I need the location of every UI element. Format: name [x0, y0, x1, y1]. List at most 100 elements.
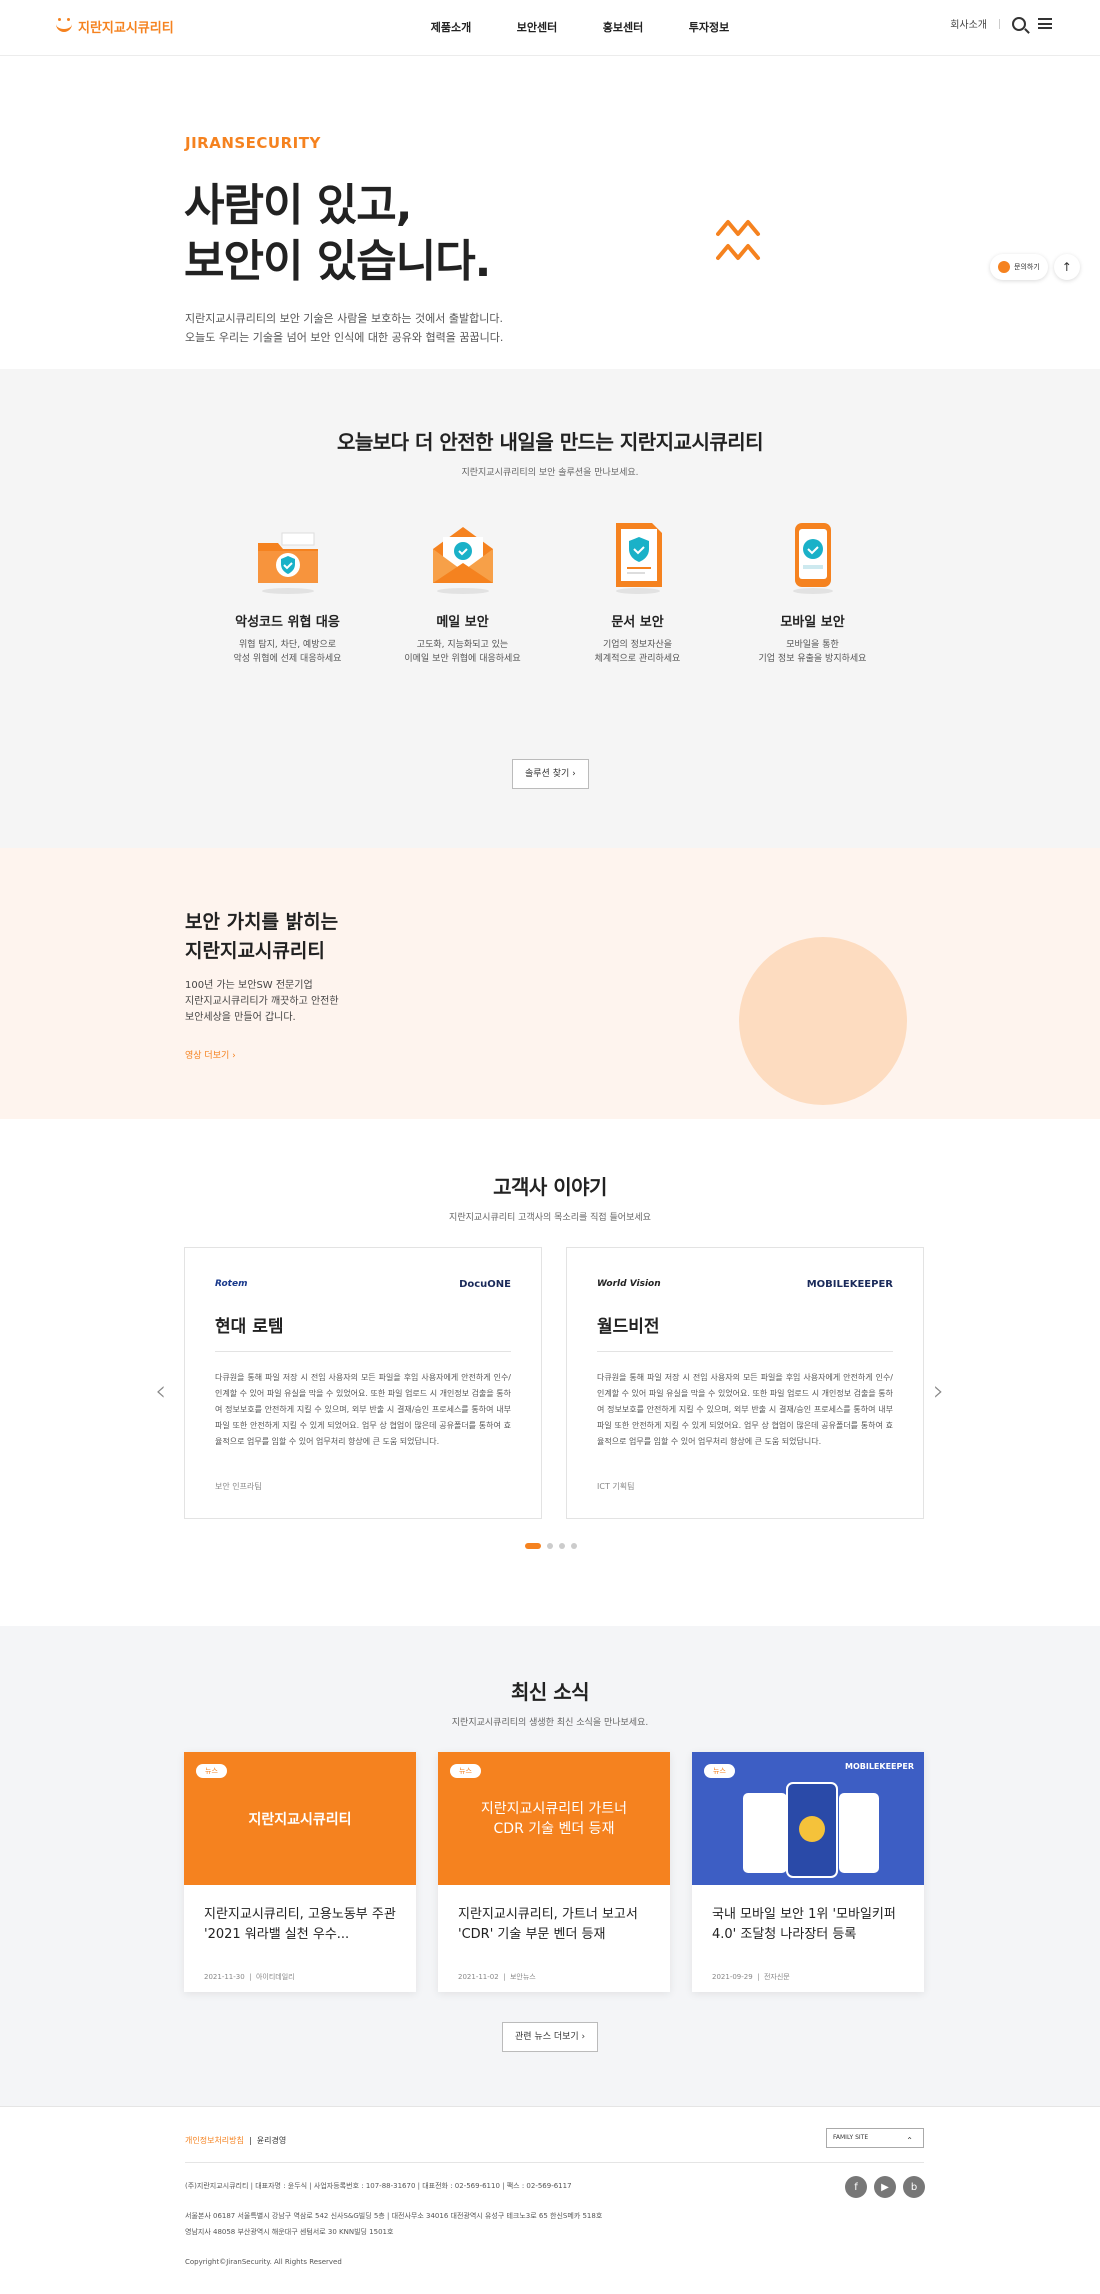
logo-text: 지란지교시큐리티	[78, 21, 174, 36]
scroll-top-button[interactable]: ↑	[1053, 254, 1080, 280]
hero-desc-line1: 지란지교시큐리티의 보안 기술은 사람을 보호하는 것에서 출발합니다.	[185, 312, 503, 325]
card-logos: World Vision MOBILEKEEPER	[597, 1276, 893, 1292]
solution-name: 악성코드 위협 대응	[235, 615, 340, 630]
wave-mark-icon	[716, 220, 760, 260]
menu-investor[interactable]: 투자정보	[666, 19, 752, 35]
news-body: 국내 모바일 보안 1위 '모바일키퍼 4.0' 조달청 나라장터 등록 202…	[692, 1885, 924, 2002]
customers-subtitle: 지란지교시큐리티 고객사의 목소리를 직접 들어보세요	[449, 1213, 651, 1223]
more-news-button[interactable]: 관련 뉴스 더보기 ›	[502, 2022, 599, 2052]
hero-title: 사람이 있고, 보안이 있습니다.	[184, 178, 491, 290]
customer-card[interactable]: World Vision MOBILEKEEPER 월드비전 다큐원을 통해 파…	[566, 1247, 924, 1519]
solution-name: 문서 보안	[611, 615, 664, 630]
solution-name: 모바일 보안	[780, 615, 845, 630]
solution-item[interactable]: 메일 보안 고도화, 지능화되고 있는 이메일 보안 위협에 대응하세요	[375, 519, 550, 666]
solution-item[interactable]: 문서 보안 기업의 정보자산을 체계적으로 관리하세요	[550, 519, 725, 666]
news-source: 보안뉴스	[509, 1973, 536, 1981]
inquiry-button[interactable]: 문의하기	[990, 254, 1048, 280]
main-menu: 제품소개 보안센터 홍보센터 투자정보	[408, 19, 752, 35]
news-date: 2021-11-30	[204, 1973, 245, 1981]
carousel-pagination	[525, 1543, 577, 1549]
divider	[999, 18, 1000, 29]
site-logo[interactable]: 지란지교시큐리티	[56, 17, 174, 36]
solution-desc: 고도화, 지능화되고 있는이메일 보안 위협에 대응하세요	[375, 638, 550, 666]
news-tag: 뉴스	[704, 1764, 735, 1778]
value-desc-line: 보안세상을 만들어 갑니다.	[185, 1012, 296, 1023]
solution-list: 악성코드 위협 대응 위협 탐지, 차단, 예방으로악성 위협에 선제 대응하세…	[200, 519, 900, 666]
client-logo: World Vision	[597, 1279, 661, 1289]
hero-section: JIRANSECURITY 사람이 있고, 보안이 있습니다. 지란지교시큐리티…	[0, 56, 1100, 369]
hero-description: 지란지교시큐리티의 보안 기술은 사람을 보호하는 것에서 출발합니다. 오늘도…	[185, 309, 585, 347]
facebook-icon[interactable]: f	[845, 2176, 867, 2198]
news-card[interactable]: 뉴스 지란지교시큐리티 가트너 CDR 기술 벤더 등재 지란지교시큐리티, 가…	[438, 1752, 670, 1992]
header-utility: 회사소개	[950, 16, 1052, 31]
news-headline: 지란지교시큐리티, 고용노동부 주관 '2021 워라밸 실천 우수...	[204, 1907, 396, 1942]
carousel-prev-arrow[interactable]: ‹	[155, 1374, 166, 1407]
customer-name: 현대 로템	[215, 1312, 511, 1352]
family-site-select[interactable]: FAMILY SITE	[826, 2128, 924, 2150]
ethics-link[interactable]: 윤리경영	[257, 2136, 286, 2145]
blog-icon[interactable]: b	[903, 2176, 925, 2198]
desc-line: 기업 정보 유출을 방지하세요	[758, 654, 867, 664]
menu-security-center[interactable]: 보안센터	[494, 19, 580, 35]
desc-line: 악성 위협에 선제 대응하세요	[233, 654, 342, 664]
value-desc-line: 100년 가는 보안SW 전문기업	[185, 980, 313, 991]
news-card[interactable]: 뉴스 지란지교시큐리티 지란지교시큐리티, 고용노동부 주관 '2021 워라밸…	[184, 1752, 416, 1992]
product-logo: DocuONE	[459, 1278, 511, 1290]
news-meta: 2021-11-02 | 보안뉴스	[458, 1973, 536, 1981]
social-links: f ▶ b	[845, 2176, 925, 2198]
smile-logo-icon	[56, 17, 72, 32]
carousel-next-arrow[interactable]: ›	[933, 1374, 944, 1407]
value-description: 100년 가는 보안SW 전문기업 지란지교시큐리티가 깨끗하고 안전한 보안세…	[185, 978, 339, 1026]
folder-shield-icon	[257, 532, 318, 594]
news-card[interactable]: 뉴스 MOBILEKEEPER 국내 모바일 보안 1위 '모바일키퍼 4.0'…	[692, 1752, 924, 1992]
customer-story: 다큐원을 통해 파일 저장 시 전임 사용자의 모든 파일을 후임 사용자에게 …	[215, 1373, 511, 1446]
value-title-line2: 지란지교시큐리티	[185, 940, 325, 962]
pagination-dot[interactable]	[559, 1543, 565, 1549]
pagination-dot[interactable]	[571, 1543, 577, 1549]
pagination-dot[interactable]	[547, 1543, 553, 1549]
customer-card-list: Rotem DocuONE 현대 로템 다큐원을 통해 파일 저장 시 전임 사…	[184, 1247, 924, 1519]
solutions-title: 오늘보다 더 안전한 내일을 만드는 지란지교시큐리티	[336, 430, 764, 454]
solution-desc: 위협 탐지, 차단, 예방으로악성 위협에 선제 대응하세요	[200, 638, 375, 666]
decorative-circle	[739, 937, 907, 1105]
news-body: 지란지교시큐리티, 가트너 보고서 'CDR' 기술 부문 벤더 등재 2021…	[438, 1885, 670, 2002]
news-meta: 2021-11-30 | 아이티데일리	[204, 1973, 295, 1981]
pagination-dot-active[interactable]	[525, 1543, 541, 1549]
menu-products[interactable]: 제품소개	[408, 19, 494, 35]
solutions-section: 오늘보다 더 안전한 내일을 만드는 지란지교시큐리티 지란지교시큐리티의 보안…	[0, 369, 1100, 848]
hamburger-menu-icon[interactable]	[1038, 18, 1052, 29]
news-meta: 2021-09-29 | 전자신문	[712, 1973, 790, 1981]
customer-team: ICT 기획팀	[597, 1482, 635, 1491]
find-solution-button[interactable]: 솔루션 찾기 ›	[512, 759, 589, 789]
news-tag: 뉴스	[196, 1764, 227, 1778]
desc-line: 고도화, 지능화되고 있는	[416, 640, 509, 650]
video-more-link[interactable]: 영상 더보기 ›	[185, 1048, 236, 1061]
product-logo: MOBILEKEEPER	[806, 1278, 893, 1290]
news-body: 지란지교시큐리티, 고용노동부 주관 '2021 워라밸 실천 우수... 20…	[184, 1885, 416, 2002]
company-info: (주)지란지교시큐리티 | 대표자명 : 윤두식 | 사업자등록번호 : 107…	[185, 2178, 602, 2270]
client-logo: Rotem	[215, 1279, 248, 1289]
news-date: 2021-11-02	[458, 1973, 499, 1981]
search-icon[interactable]	[1012, 16, 1026, 31]
solution-item[interactable]: 악성코드 위협 대응 위협 탐지, 차단, 예방으로악성 위협에 선제 대응하세…	[200, 519, 375, 666]
thumbnail-text: 지란지교시큐리티 가트너 CDR 기술 벤더 등재	[480, 1800, 628, 1837]
mobile-check-icon	[792, 523, 833, 594]
news-tag: 뉴스	[450, 1764, 481, 1778]
news-title: 최신 소식	[510, 1680, 590, 1704]
desc-line: 위협 탐지, 차단, 예방으로	[238, 640, 337, 650]
inquiry-label: 문의하기	[1014, 263, 1040, 271]
youtube-icon[interactable]: ▶	[874, 2176, 896, 2198]
menu-pr-center[interactable]: 홍보센터	[580, 19, 666, 35]
hero-brand: JIRANSECURITY	[185, 134, 321, 152]
chat-icon	[998, 261, 1010, 273]
seoul-address: 서울본사 06187 서울특별시 강남구 역삼로 542 신사S&G빌딩 5층 …	[185, 2212, 603, 2220]
customer-card[interactable]: Rotem DocuONE 현대 로템 다큐원을 통해 파일 저장 시 전임 사…	[184, 1247, 542, 1519]
privacy-policy-link[interactable]: 개인정보처리방침	[185, 2136, 244, 2145]
desc-line: 이메일 보안 위협에 대응하세요	[404, 654, 521, 664]
solutions-subtitle: 지란지교시큐리티의 보안 솔루션을 만나보세요.	[461, 468, 639, 478]
hero-title-line2: 보안이 있습니다.	[184, 236, 491, 287]
solution-item[interactable]: 모바일 보안 모바일을 통한 기업 정보 유출을 방지하세요	[725, 519, 900, 666]
company-link[interactable]: 회사소개	[950, 16, 987, 31]
desc-line: 기업의 정보자산을	[602, 640, 673, 650]
